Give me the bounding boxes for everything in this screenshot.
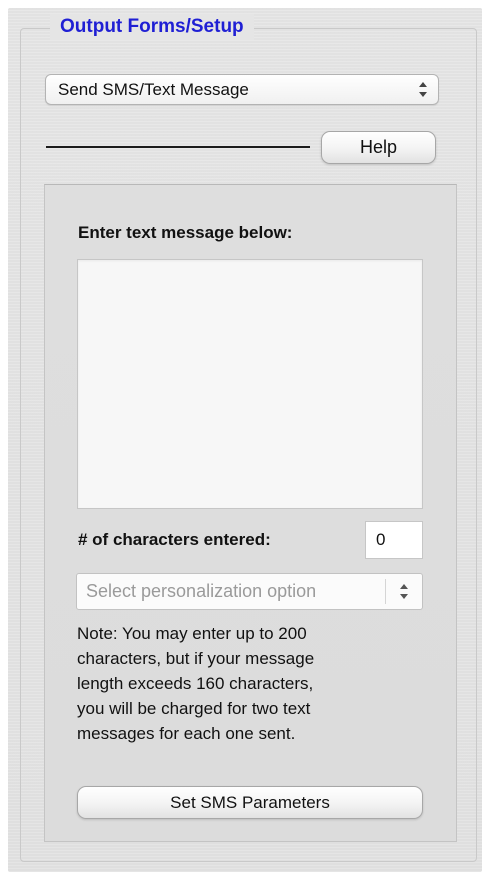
up-down-arrows-icon bbox=[400, 584, 408, 599]
help-button[interactable]: Help bbox=[321, 131, 436, 164]
message-textarea[interactable] bbox=[77, 259, 423, 509]
up-down-arrows-icon bbox=[419, 82, 427, 97]
character-count-field: 0 bbox=[365, 521, 423, 559]
personalization-placeholder: Select personalization option bbox=[86, 581, 317, 601]
note-line: Note: You may enter up to 200 bbox=[77, 624, 307, 643]
character-count-label: # of characters entered: bbox=[78, 530, 271, 549]
note-line: messages for each one sent. bbox=[77, 724, 296, 743]
note-line: characters, but if your message bbox=[77, 649, 315, 668]
output-form-select[interactable]: Send SMS/Text Message bbox=[45, 74, 439, 105]
note-line: you will be charged for two text bbox=[77, 699, 311, 718]
message-heading: Enter text message below: bbox=[78, 223, 293, 242]
personalization-select[interactable]: Select personalization option bbox=[76, 573, 423, 610]
group-title: Output Forms/Setup bbox=[50, 14, 254, 40]
personalization-separator bbox=[385, 579, 386, 604]
output-form-select-value: Send SMS/Text Message bbox=[58, 80, 249, 99]
sms-note: Note: You may enter up to 200 characters… bbox=[77, 621, 422, 746]
divider-line bbox=[46, 146, 310, 148]
note-line: length exceeds 160 characters, bbox=[77, 674, 314, 693]
set-sms-parameters-button[interactable]: Set SMS Parameters bbox=[77, 786, 423, 819]
